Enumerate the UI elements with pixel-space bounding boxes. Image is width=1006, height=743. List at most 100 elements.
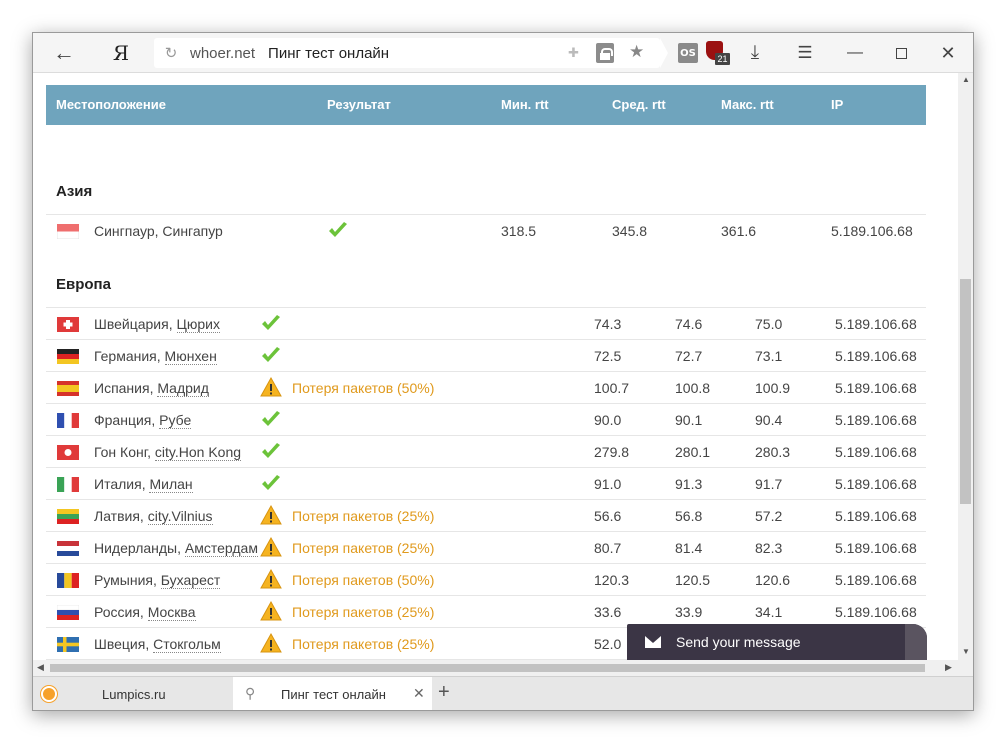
- scroll-right-arrow-icon[interactable]: ▶: [945, 662, 952, 673]
- address-domain: whoer.net: [190, 44, 256, 62]
- location-text: Румыния, Бухарест: [94, 572, 221, 589]
- city-link[interactable]: Милан: [149, 476, 193, 493]
- location-text: Германия, Мюнхен: [94, 348, 217, 365]
- vertical-scroll-thumb[interactable]: [960, 279, 971, 504]
- close-window-button[interactable]: ✕: [931, 33, 965, 73]
- minimize-icon: —: [847, 44, 863, 61]
- translate-icon[interactable]: ✚: [568, 45, 579, 61]
- location-text: Сингпаур, Сингапур: [94, 223, 223, 239]
- city-link[interactable]: Москва: [147, 604, 196, 621]
- tab-ping-test[interactable]: ⚲ Пинг тест онлайн ✕: [233, 677, 432, 710]
- avg-rtt: 345.8: [612, 223, 648, 239]
- avg-rtt: 91.3: [675, 476, 703, 492]
- browser-toolbar: ← Я ↻ whoer.net Пинг тест онлайн ✚ ★ OS …: [33, 33, 973, 73]
- maximize-button[interactable]: [884, 33, 918, 73]
- avg-rtt: 56.8: [675, 508, 703, 524]
- reload-icon[interactable]: ↻: [156, 44, 186, 62]
- menu-button[interactable]: ☰: [792, 33, 818, 73]
- scroll-up-arrow-icon[interactable]: ▲: [962, 75, 970, 84]
- city-link[interactable]: city.Hon Kong: [154, 444, 242, 461]
- city-link[interactable]: city.Vilnius: [147, 508, 213, 525]
- lock-icon[interactable]: [596, 43, 614, 63]
- max-rtt: 57.2: [755, 508, 783, 524]
- ublock-extension-icon[interactable]: 21: [706, 41, 730, 65]
- send-message-widget[interactable]: Send your message: [627, 624, 927, 660]
- horizontal-scrollbar[interactable]: ◀ ▶: [33, 660, 973, 676]
- tab-label: Lumpics.ru: [102, 687, 166, 702]
- ip-address: 5.189.106.68: [835, 412, 917, 428]
- bookmark-star-icon[interactable]: ★: [629, 42, 644, 62]
- flag-sweden-icon: [57, 637, 79, 652]
- lastfm-extension-icon[interactable]: OS: [678, 43, 698, 63]
- min-rtt: 90.0: [594, 412, 622, 428]
- flag-france-icon: [57, 413, 79, 428]
- orange-favicon-icon: [41, 686, 57, 702]
- address-page-title: Пинг тест онлайн: [268, 44, 390, 62]
- avg-rtt: 90.1: [675, 412, 703, 428]
- city-link[interactable]: Амстердам: [184, 540, 258, 557]
- maximize-icon: [895, 47, 907, 59]
- city-link[interactable]: Бухарест: [160, 572, 221, 589]
- new-tab-button[interactable]: +: [438, 681, 450, 704]
- scroll-down-arrow-icon[interactable]: ▼: [962, 647, 970, 656]
- back-button[interactable]: ←: [43, 33, 85, 73]
- check-icon: [327, 219, 349, 241]
- browser-window: ← Я ↻ whoer.net Пинг тест онлайн ✚ ★ OS …: [32, 32, 974, 711]
- warning-icon: [260, 568, 282, 589]
- flag-hong-kong-icon: [57, 445, 79, 460]
- download-icon: ⤓: [750, 42, 760, 63]
- avg-rtt: 74.6: [675, 316, 703, 332]
- ip-address: 5.189.106.68: [835, 316, 917, 332]
- max-rtt: 120.6: [755, 572, 791, 588]
- city-link[interactable]: Мадрид: [157, 380, 209, 397]
- avg-rtt: 120.5: [675, 572, 711, 588]
- address-bar-tail: [660, 38, 668, 68]
- minimize-button[interactable]: —: [838, 33, 872, 73]
- yandex-home-button[interactable]: Я: [105, 33, 137, 73]
- downloads-button[interactable]: ⤓: [742, 33, 768, 73]
- min-rtt: 33.6: [594, 604, 622, 620]
- horizontal-scroll-thumb[interactable]: [50, 664, 925, 672]
- table-row: Сингпаур, Сингапур 318.5 345.8 361.6 5.1…: [46, 214, 926, 246]
- table-row: Румыния, Бухарест Потеря пакетов (50%) 1…: [46, 563, 926, 595]
- warning-icon: [260, 536, 282, 557]
- ip-address: 5.189.106.68: [835, 540, 917, 556]
- city-link[interactable]: Мюнхен: [164, 348, 217, 365]
- flag-romania-icon: [57, 573, 79, 588]
- avg-rtt: 100.8: [675, 380, 711, 396]
- table-row: Франция, Рубе 90.0 90.1 90.4 5.189.106.6…: [46, 403, 926, 435]
- table-row: Германия, Мюнхен 72.5 72.7 73.1 5.189.10…: [46, 339, 926, 371]
- check-icon: [260, 440, 282, 462]
- min-rtt: 74.3: [594, 316, 622, 332]
- header-ip: IP: [831, 97, 844, 112]
- max-rtt: 90.4: [755, 412, 783, 428]
- header-max-rtt: Макс. rtt: [721, 97, 774, 112]
- address-bar[interactable]: ↻ whoer.net Пинг тест онлайн ✚ ★: [154, 38, 660, 68]
- tab-close-icon[interactable]: ✕: [413, 685, 425, 702]
- hamburger-icon: ☰: [797, 43, 813, 62]
- header-result: Результат: [327, 97, 391, 112]
- table-row: Швейцария, Цюрих 74.3 74.6 75.0 5.189.10…: [46, 307, 926, 339]
- city-link[interactable]: Цюрих: [176, 316, 220, 333]
- city-link[interactable]: Стокгольм: [153, 636, 221, 653]
- tab-lumpics[interactable]: Lumpics.ru: [33, 677, 233, 710]
- vertical-scrollbar[interactable]: ▲ ▼: [958, 73, 973, 660]
- packet-loss-text: Потеря пакетов (25%): [292, 540, 435, 556]
- max-rtt: 73.1: [755, 348, 783, 364]
- scroll-left-arrow-icon[interactable]: ◀: [37, 662, 44, 673]
- avg-rtt: 33.9: [675, 604, 703, 620]
- min-rtt: 100.7: [594, 380, 630, 396]
- city-link[interactable]: Рубе: [159, 412, 192, 429]
- flag-singapore-icon: [56, 223, 80, 240]
- table-row: Испания, Мадрид Потеря пакетов (50%) 100…: [46, 371, 926, 403]
- section-title-asia: Азия: [56, 183, 93, 200]
- location-text: Нидерланды, Амстердам: [94, 540, 258, 557]
- check-icon: [260, 408, 282, 430]
- table-row: Нидерланды, Амстердам Потеря пакетов (25…: [46, 531, 926, 563]
- header-location: Местоположение: [56, 97, 166, 112]
- header-min-rtt: Мин. rtt: [501, 97, 549, 112]
- location-text: Франция, Рубе: [94, 412, 192, 429]
- warning-icon: [260, 504, 282, 525]
- send-message-label: Send your message: [676, 634, 801, 650]
- close-icon: ✕: [940, 42, 956, 63]
